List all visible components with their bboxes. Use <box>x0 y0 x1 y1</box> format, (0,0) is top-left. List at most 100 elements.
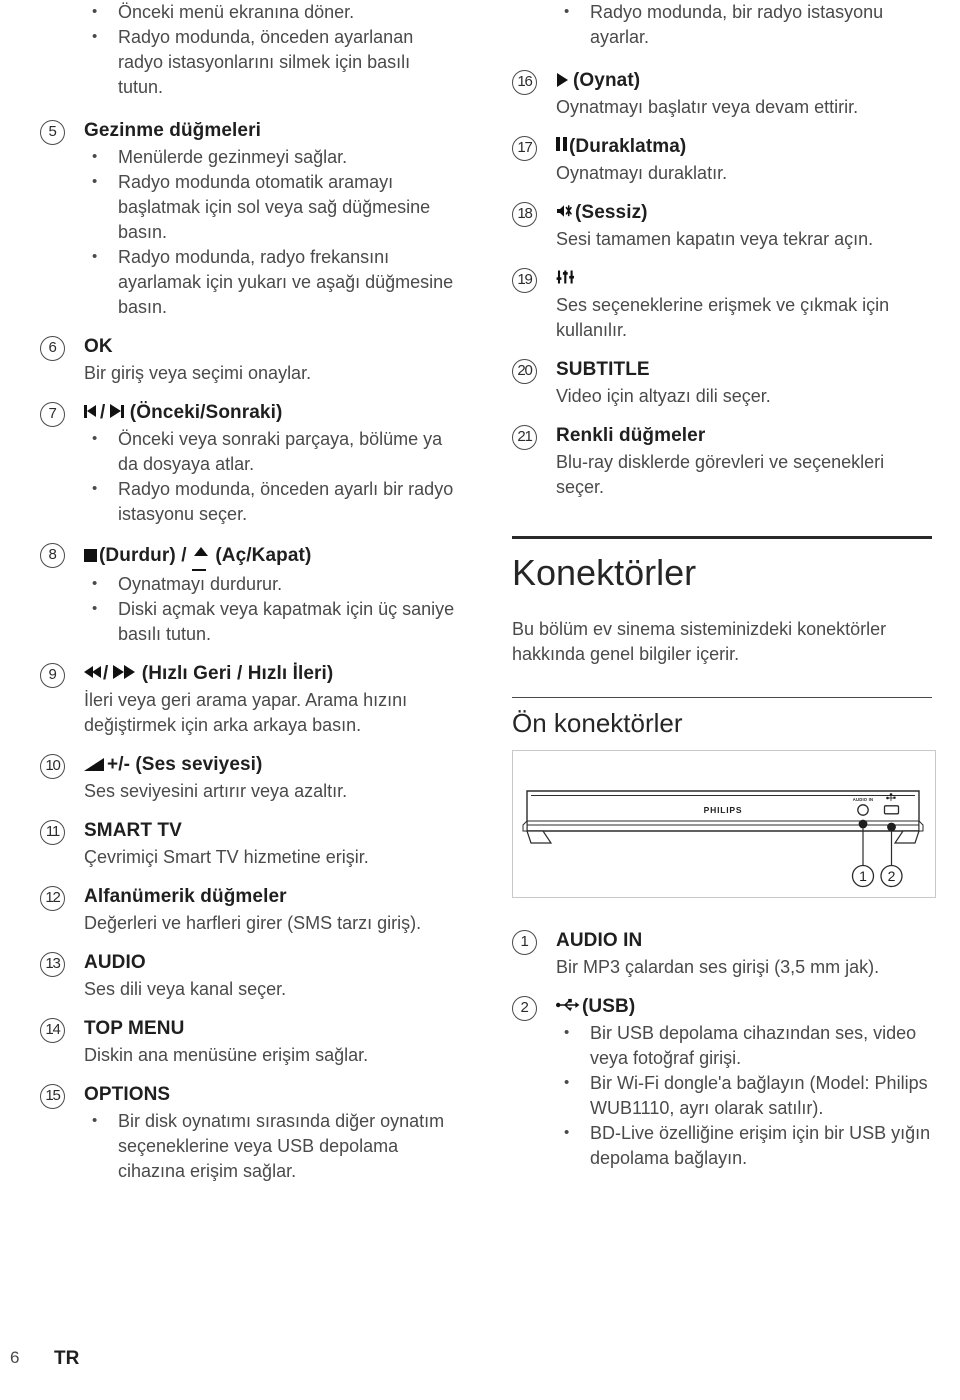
entry-18: 18 (Sessiz) Sesi tamamen kapatın veya te… <box>512 200 932 252</box>
callout-number: 12 <box>40 886 65 912</box>
fast-forward-icon <box>112 660 136 686</box>
rewind-icon <box>84 660 101 686</box>
separator: / <box>181 545 187 567</box>
previous-track-icon <box>84 400 96 426</box>
callout-number: 16 <box>512 70 537 95</box>
entry-description: Ses seviyesini artırır veya azaltır. <box>84 781 348 802</box>
entry-title-row: (USB) <box>556 994 932 1020</box>
entry-title-text: (Duraklatma) <box>569 136 687 157</box>
entry-description: Bir MP3 çalardan ses girişi (3,5 mm jak)… <box>556 957 880 977</box>
list-item: Oynatmayı durdurur. <box>84 571 460 597</box>
entry-15: 15 OPTIONS Bir disk oynatımı sırasında d… <box>40 1082 460 1184</box>
entry-title: OPTIONS <box>84 1084 171 1106</box>
callout-number: 19 <box>512 268 537 293</box>
list-item: Bir USB depolama cihazından ses, video v… <box>556 1020 932 1071</box>
section-body: Bu bölüm ev sinema sisteminizdeki konekt… <box>512 619 887 664</box>
list-item: Radyo modunda, önceden ayarlı bir radyo … <box>84 476 460 527</box>
list-item: Önceki veya sonraki parçaya, bölüme ya d… <box>84 426 460 477</box>
callout-number: 8 <box>40 543 65 569</box>
pause-icon <box>556 133 567 159</box>
eject-icon <box>191 541 210 572</box>
connector-entry-2: 2 (USB) Bir USB depolama cihazından ses,… <box>512 994 932 1171</box>
sound-settings-icon <box>556 270 574 284</box>
entry-10: 10 +/- (Ses seviyesi) Ses seviyesini art… <box>40 752 460 804</box>
figure-callout-1-label: 1 <box>859 868 867 884</box>
entry-21: 21 Renkli düğmeler Blu-ray disklerde gör… <box>512 423 932 500</box>
entry-11: 11 SMART TV Çevrimiçi Smart TV hizmetine… <box>40 818 460 870</box>
audio-in-label: AUDIO IN <box>853 797 873 802</box>
list-item: BD-Live özelliğine erişim için bir USB y… <box>556 1120 932 1171</box>
continuation-bullets-right: Radyo modunda, bir radyo istasyonu ayarl… <box>512 0 932 50</box>
entry-title: SMART TV <box>84 820 182 842</box>
entry-description: Bir giriş veya seçimi onaylar. <box>84 363 312 383</box>
entry-title: AUDIO <box>84 952 146 974</box>
entry-title: Gezinme düğmeleri <box>84 120 261 141</box>
entry-6: 6 OK Bir giriş veya seçimi onaylar. <box>40 334 460 386</box>
left-column: Önceki menü ekranına döner. Radyo modund… <box>40 0 460 1198</box>
entry-title-row <box>556 266 932 292</box>
callout-number: 11 <box>40 820 65 846</box>
entry-title-row: (Oynat) <box>556 68 932 94</box>
leader-dot-1 <box>858 819 868 829</box>
section-divider <box>512 536 932 539</box>
front-connectors-figure: PHILIPS AUDIO IN 1 2 <box>512 750 936 898</box>
leader-dot-2 <box>887 822 896 832</box>
callout-number: 13 <box>40 952 65 978</box>
continuation-bullets-left: Önceki menü ekranına döner. Radyo modund… <box>40 0 460 100</box>
section-heading: Konektörler <box>512 552 697 593</box>
callout-number: 20 <box>512 359 537 384</box>
eject-label: (Aç/Kapat) <box>215 545 312 567</box>
entry-title-row: / (Önceki/Sonraki) <box>84 400 460 426</box>
entry-title: SUBTITLE <box>556 359 650 380</box>
entry-description: Ses dili veya kanal seçer. <box>84 979 287 1000</box>
entry-title: TOP MENU <box>84 1018 185 1040</box>
usb-icon <box>556 999 580 1012</box>
subsection-heading: Ön konektörler <box>512 708 683 738</box>
callout-number: 15 <box>40 1084 65 1110</box>
brand-label: PHILIPS <box>704 805 743 815</box>
manual-page: Önceki menü ekranına döner. Radyo modund… <box>0 0 960 1400</box>
entry-title-text: +/- (Ses seviyesi) <box>107 754 263 776</box>
list-item: Radyo modunda otomatik aramayı başlatmak… <box>84 169 460 245</box>
callout-number: 5 <box>40 120 65 145</box>
list-item: Diski açmak veya kapatmak için üç saniye… <box>84 596 460 647</box>
entry-description: Sesi tamamen kapatın veya tekrar açın. <box>556 229 874 249</box>
entry-20: 20 SUBTITLE Video için altyazı dili seçe… <box>512 357 932 409</box>
audio-in-jack <box>857 804 869 816</box>
entry-description: Blu-ray disklerde görevleri ve seçenekle… <box>556 452 885 497</box>
entry-7: 7 / (Önceki/Sonraki) Önceki veya sonraki… <box>40 400 460 527</box>
entry-12: 12 Alfanümerik düğmeler Değerleri ve har… <box>40 884 460 936</box>
callout-number: 14 <box>40 1018 65 1044</box>
entry-title: OK <box>84 336 113 357</box>
entry-title-row: (Duraklatma) <box>556 134 932 160</box>
list-item: Radyo modunda, bir radyo istasyonu ayarl… <box>556 0 932 50</box>
entry-title-text: (Oynat) <box>573 70 641 91</box>
entry-title-row: (Durdur) / (Aç/Kapat) <box>84 541 460 572</box>
stop-label: (Durdur) <box>99 545 176 567</box>
entry-17: 17 (Duraklatma) Oynatmayı duraklatır. <box>512 134 932 186</box>
subsection-divider <box>512 697 932 698</box>
entry-8: 8 (Durdur) / (Aç/Kapat) Oynatmayı durdur… <box>40 541 460 647</box>
page-footer: 6 TR <box>0 1348 960 1374</box>
list-item: Önceki menü ekranına döner. <box>84 0 460 25</box>
entry-19: 19 Ses seçeneklerine erişmek ve çıkmak i… <box>512 266 932 343</box>
callout-number: 6 <box>40 336 65 361</box>
entry-title-text: (USB) <box>582 996 636 1017</box>
list-item: Radyo modunda, radyo frekansını ayarlama… <box>84 244 460 320</box>
list-item: Bir Wi-Fi dongle'a bağlayın (Model: Phil… <box>556 1070 932 1121</box>
callout-number: 10 <box>40 754 65 780</box>
entry-description: İleri veya geri arama yapar. Arama hızın… <box>84 690 408 736</box>
entry-description: Video için altyazı dili seçer. <box>556 386 771 406</box>
entry-9: 9 / (Hızlı Geri / Hızlı İleri) İleri vey… <box>40 661 460 738</box>
entry-14: 14 TOP MENU Diskin ana menüsüne erişim s… <box>40 1016 460 1068</box>
entry-16: 16 (Oynat) Oynatmayı başlatır veya devam… <box>512 68 932 120</box>
entry-title: Alfanümerik düğmeler <box>84 886 287 908</box>
callout-number: 9 <box>40 663 65 689</box>
entry-5: 5 Gezinme düğmeleri Menülerde gezinmeyi … <box>40 118 460 320</box>
mute-icon <box>557 205 572 218</box>
callout-number: 2 <box>512 996 537 1021</box>
callout-number: 18 <box>512 202 537 227</box>
usb-port <box>883 805 900 815</box>
connector-entry-1: 1 AUDIO IN Bir MP3 çalardan ses girişi (… <box>512 928 932 980</box>
entry-title-row: +/- (Ses seviyesi) <box>84 752 460 778</box>
